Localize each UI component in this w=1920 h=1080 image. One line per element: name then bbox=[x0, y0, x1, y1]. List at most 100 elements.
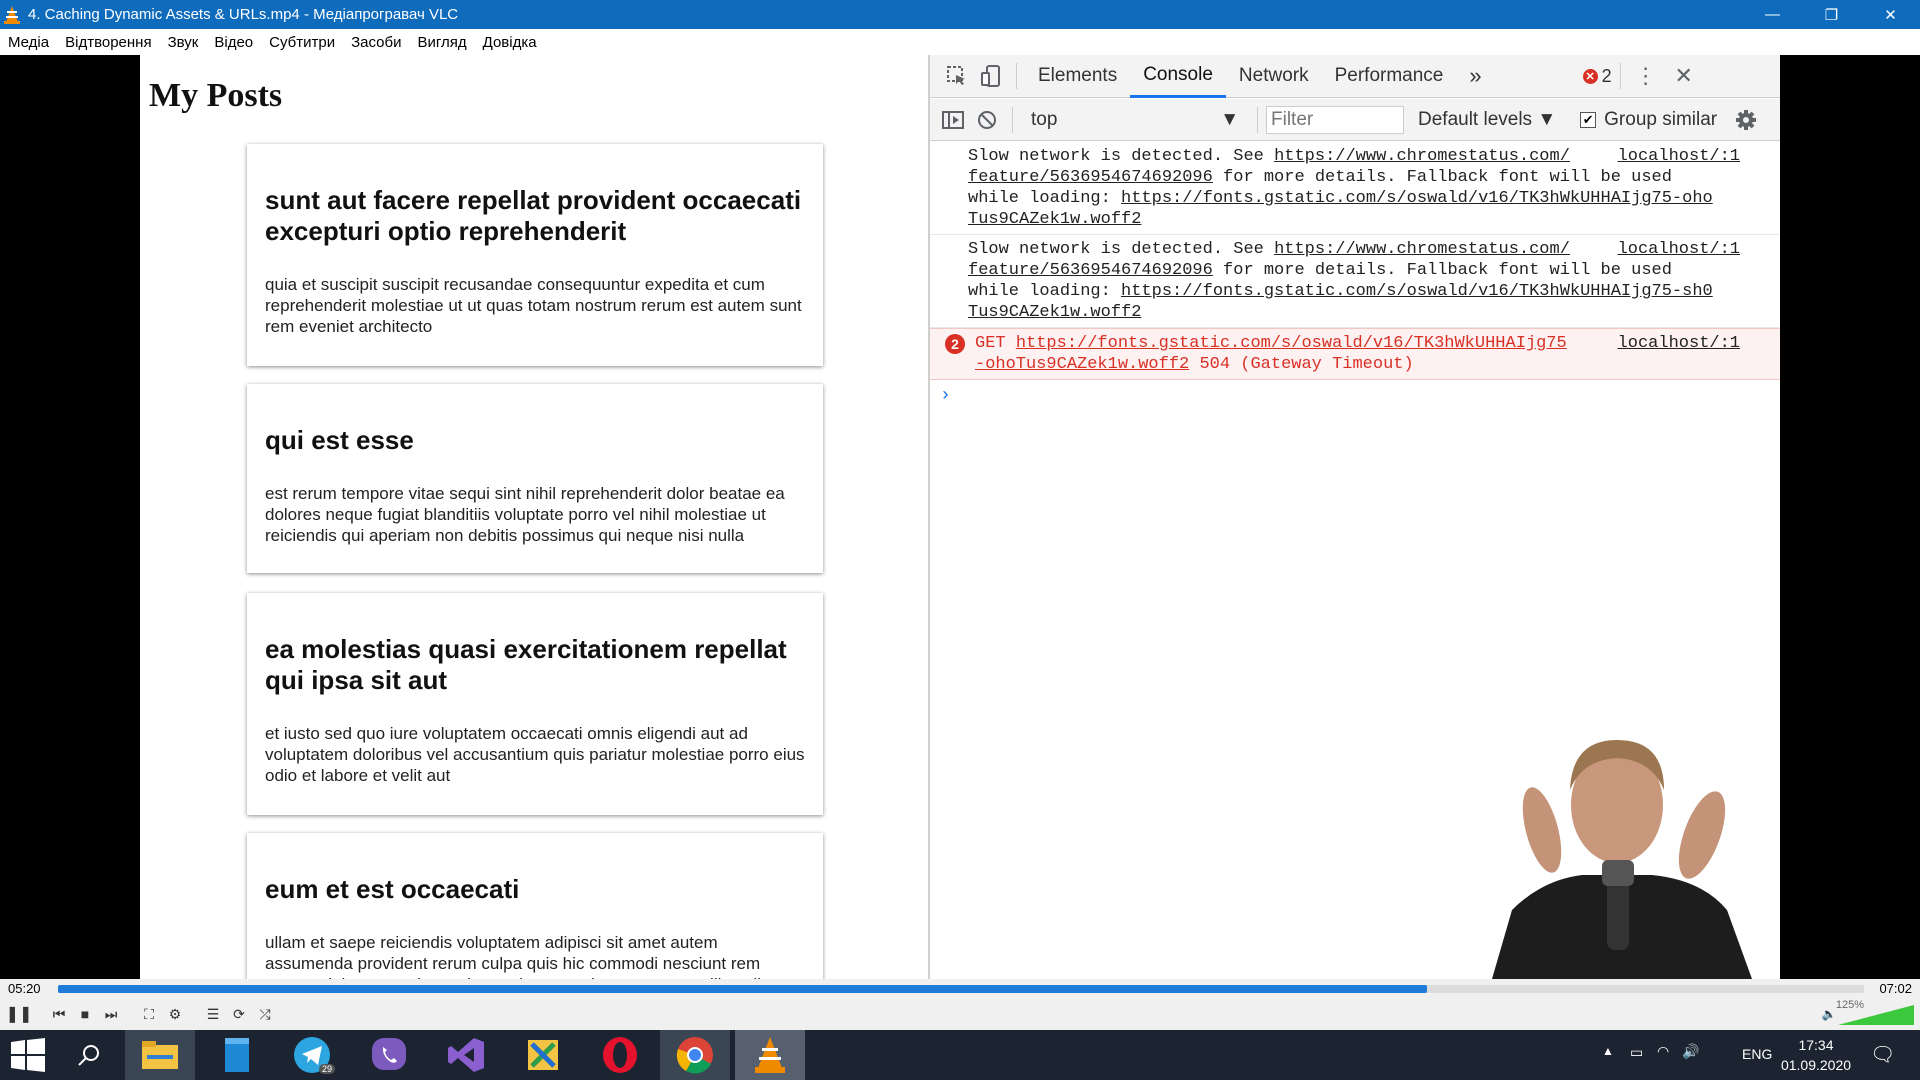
source-link[interactable]: localhost/:1 bbox=[1618, 146, 1740, 167]
message-text: for more details. Fallback font will be … bbox=[1212, 168, 1672, 187]
battery-icon[interactable]: ▭ bbox=[1630, 1044, 1643, 1061]
video-frame: My Posts sunt aut facere repellat provid… bbox=[140, 55, 1780, 979]
sidebar-toggle-icon[interactable] bbox=[936, 103, 970, 137]
close-button[interactable]: ✕ bbox=[1861, 0, 1920, 29]
loop-button[interactable]: ⟳ bbox=[228, 1004, 250, 1024]
telegram-unread-badge: 29 bbox=[318, 1064, 335, 1074]
menu-audio[interactable]: Звук bbox=[168, 34, 199, 51]
source-link[interactable]: localhost/:1 bbox=[1618, 239, 1740, 260]
volume-icon[interactable]: 🔊 bbox=[1682, 1043, 1699, 1060]
language-indicator[interactable]: ENG bbox=[1742, 1046, 1772, 1062]
post-body: quia et suscipit suscipit recusandae con… bbox=[265, 275, 802, 336]
tool-icon[interactable] bbox=[508, 1030, 578, 1080]
notepad-icon[interactable] bbox=[202, 1030, 272, 1080]
seek-slider[interactable] bbox=[58, 985, 1864, 993]
more-tabs-button[interactable]: » bbox=[1456, 55, 1494, 98]
menu-view[interactable]: Вигляд bbox=[417, 34, 466, 51]
windows-taskbar: 29 ▲ ▭ ◠ 🔊 ENG 17:34 01.09.2020 🗨 bbox=[0, 1030, 1920, 1080]
pause-button[interactable]: ❚❚ bbox=[6, 1004, 33, 1024]
settings-gear-icon[interactable] bbox=[1729, 103, 1763, 137]
playlist-button[interactable]: ☰ bbox=[202, 1004, 224, 1024]
device-toolbar-icon[interactable] bbox=[974, 59, 1008, 93]
tab-network[interactable]: Network bbox=[1226, 55, 1322, 98]
web-page: My Posts sunt aut facere repellat provid… bbox=[140, 55, 928, 979]
shuffle-button[interactable]: ⤮ bbox=[254, 1004, 276, 1024]
menu-subtitles[interactable]: Субтитри bbox=[269, 34, 335, 51]
context-select[interactable]: top ▼ bbox=[1021, 109, 1249, 131]
elapsed-time: 05:20 bbox=[8, 981, 41, 996]
tab-performance[interactable]: Performance bbox=[1322, 55, 1457, 98]
menu-help[interactable]: Довідка bbox=[483, 34, 537, 51]
vlc-taskbar-icon[interactable] bbox=[735, 1030, 805, 1080]
notifications-icon[interactable]: 🗨 bbox=[1870, 1042, 1895, 1067]
post-title: ea molestias quasi exercitationem repell… bbox=[265, 634, 787, 695]
kebab-menu-icon[interactable]: ⋮ bbox=[1629, 59, 1663, 93]
viber-icon[interactable] bbox=[354, 1030, 424, 1080]
clock-date: 01.09.2020 bbox=[1780, 1057, 1852, 1073]
clear-console-icon[interactable] bbox=[970, 103, 1004, 137]
windows-start-icon[interactable] bbox=[0, 1030, 56, 1080]
clock-time: 17:34 bbox=[1798, 1037, 1834, 1053]
fullscreen-button[interactable]: ⛶ bbox=[138, 1004, 160, 1024]
opera-icon[interactable] bbox=[585, 1030, 655, 1080]
extended-settings-button[interactable]: ⚙ bbox=[164, 1004, 186, 1024]
error-count: 2 bbox=[1601, 65, 1612, 86]
message-link[interactable]: feature/5636954674692096 bbox=[968, 168, 1213, 187]
inspect-element-icon[interactable] bbox=[940, 59, 974, 93]
search-icon[interactable] bbox=[56, 1030, 122, 1080]
menu-tools[interactable]: Засоби bbox=[351, 34, 401, 51]
console-toolbar: top ▼ Default levels ▼ ✔ Group similar bbox=[930, 99, 1780, 141]
tab-console[interactable]: Console bbox=[1130, 55, 1226, 98]
filter-input[interactable] bbox=[1266, 105, 1404, 134]
message-link[interactable]: https://www.chromestatus.com/ bbox=[1274, 147, 1570, 166]
presenter-video-overlay bbox=[1492, 740, 1752, 979]
message-link[interactable]: -ohoTus9CAZek1w.woff2 bbox=[975, 355, 1189, 374]
message-text: for more details. Fallback font will be … bbox=[1212, 261, 1672, 280]
divider bbox=[1257, 106, 1258, 133]
post-card: eum et est occaecati ullam et saepe reic… bbox=[247, 833, 823, 979]
divider bbox=[1016, 63, 1017, 89]
message-link[interactable]: https://fonts.gstatic.com/s/oswald/v16/T… bbox=[1121, 282, 1713, 301]
show-hidden-icons-chevron[interactable]: ▲ bbox=[1602, 1044, 1614, 1058]
wifi-icon[interactable]: ◠ bbox=[1657, 1043, 1669, 1060]
window-titlebar: 4. Caching Dynamic Assets & URLs.mp4 - М… bbox=[0, 0, 1920, 29]
minimize-button[interactable]: — bbox=[1743, 0, 1802, 29]
message-link[interactable]: https://fonts.gstatic.com/s/oswald/v16/T… bbox=[1016, 334, 1567, 353]
message-link[interactable]: https://www.chromestatus.com/ bbox=[1274, 240, 1570, 259]
devtools-tabbar: Elements Console Network Performance » ✕… bbox=[930, 55, 1780, 98]
message-text: while loading: bbox=[968, 282, 1122, 301]
stop-button[interactable]: ■ bbox=[74, 1004, 96, 1024]
error-repeat-badge: 2 bbox=[945, 334, 965, 354]
volume-slider[interactable] bbox=[1838, 1005, 1914, 1025]
message-link[interactable]: https://fonts.gstatic.com/s/oswald/v16/T… bbox=[1121, 189, 1713, 208]
menu-playback[interactable]: Відтворення bbox=[65, 34, 151, 51]
close-devtools-icon[interactable]: ✕ bbox=[1667, 59, 1701, 93]
telegram-icon[interactable]: 29 bbox=[277, 1030, 347, 1080]
source-link[interactable]: localhost/:1 bbox=[1618, 333, 1740, 354]
page-title: My Posts bbox=[149, 77, 283, 114]
restore-button[interactable]: ❐ bbox=[1802, 0, 1861, 29]
message-link[interactable]: Tus9CAZek1w.woff2 bbox=[968, 210, 1141, 229]
chevron-down-icon: ▼ bbox=[1220, 108, 1239, 130]
video-area[interactable]: My Posts sunt aut facere repellat provid… bbox=[0, 55, 1920, 979]
visual-studio-icon[interactable] bbox=[431, 1030, 501, 1080]
error-counter[interactable]: ✕ 2 bbox=[1582, 65, 1612, 87]
menu-bar: Медіа Відтворення Звук Відео Субтитри За… bbox=[0, 29, 1920, 55]
file-explorer-icon[interactable] bbox=[125, 1030, 195, 1080]
menu-video[interactable]: Відео bbox=[214, 34, 253, 51]
message-text: while loading: bbox=[968, 189, 1122, 208]
console-prompt[interactable]: › bbox=[930, 386, 1780, 407]
chrome-icon[interactable] bbox=[660, 1030, 730, 1080]
message-link[interactable]: feature/5636954674692096 bbox=[968, 261, 1213, 280]
console-warning: localhost/:1 Slow network is detected. S… bbox=[930, 142, 1780, 235]
message-link[interactable]: Tus9CAZek1w.woff2 bbox=[968, 303, 1141, 322]
divider bbox=[1012, 106, 1013, 133]
group-similar-checkbox[interactable]: ✔ bbox=[1580, 111, 1597, 128]
seek-bar: 05:20 07:02 bbox=[0, 979, 1920, 999]
clock[interactable]: 17:34 01.09.2020 bbox=[1771, 1035, 1861, 1075]
menu-media[interactable]: Медіа bbox=[8, 34, 49, 51]
next-button[interactable]: ⏭ bbox=[100, 1004, 122, 1024]
previous-button[interactable]: ⏮ bbox=[48, 1004, 70, 1024]
tab-elements[interactable]: Elements bbox=[1025, 55, 1130, 98]
log-levels-dropdown[interactable]: Default levels ▼ bbox=[1418, 109, 1556, 131]
